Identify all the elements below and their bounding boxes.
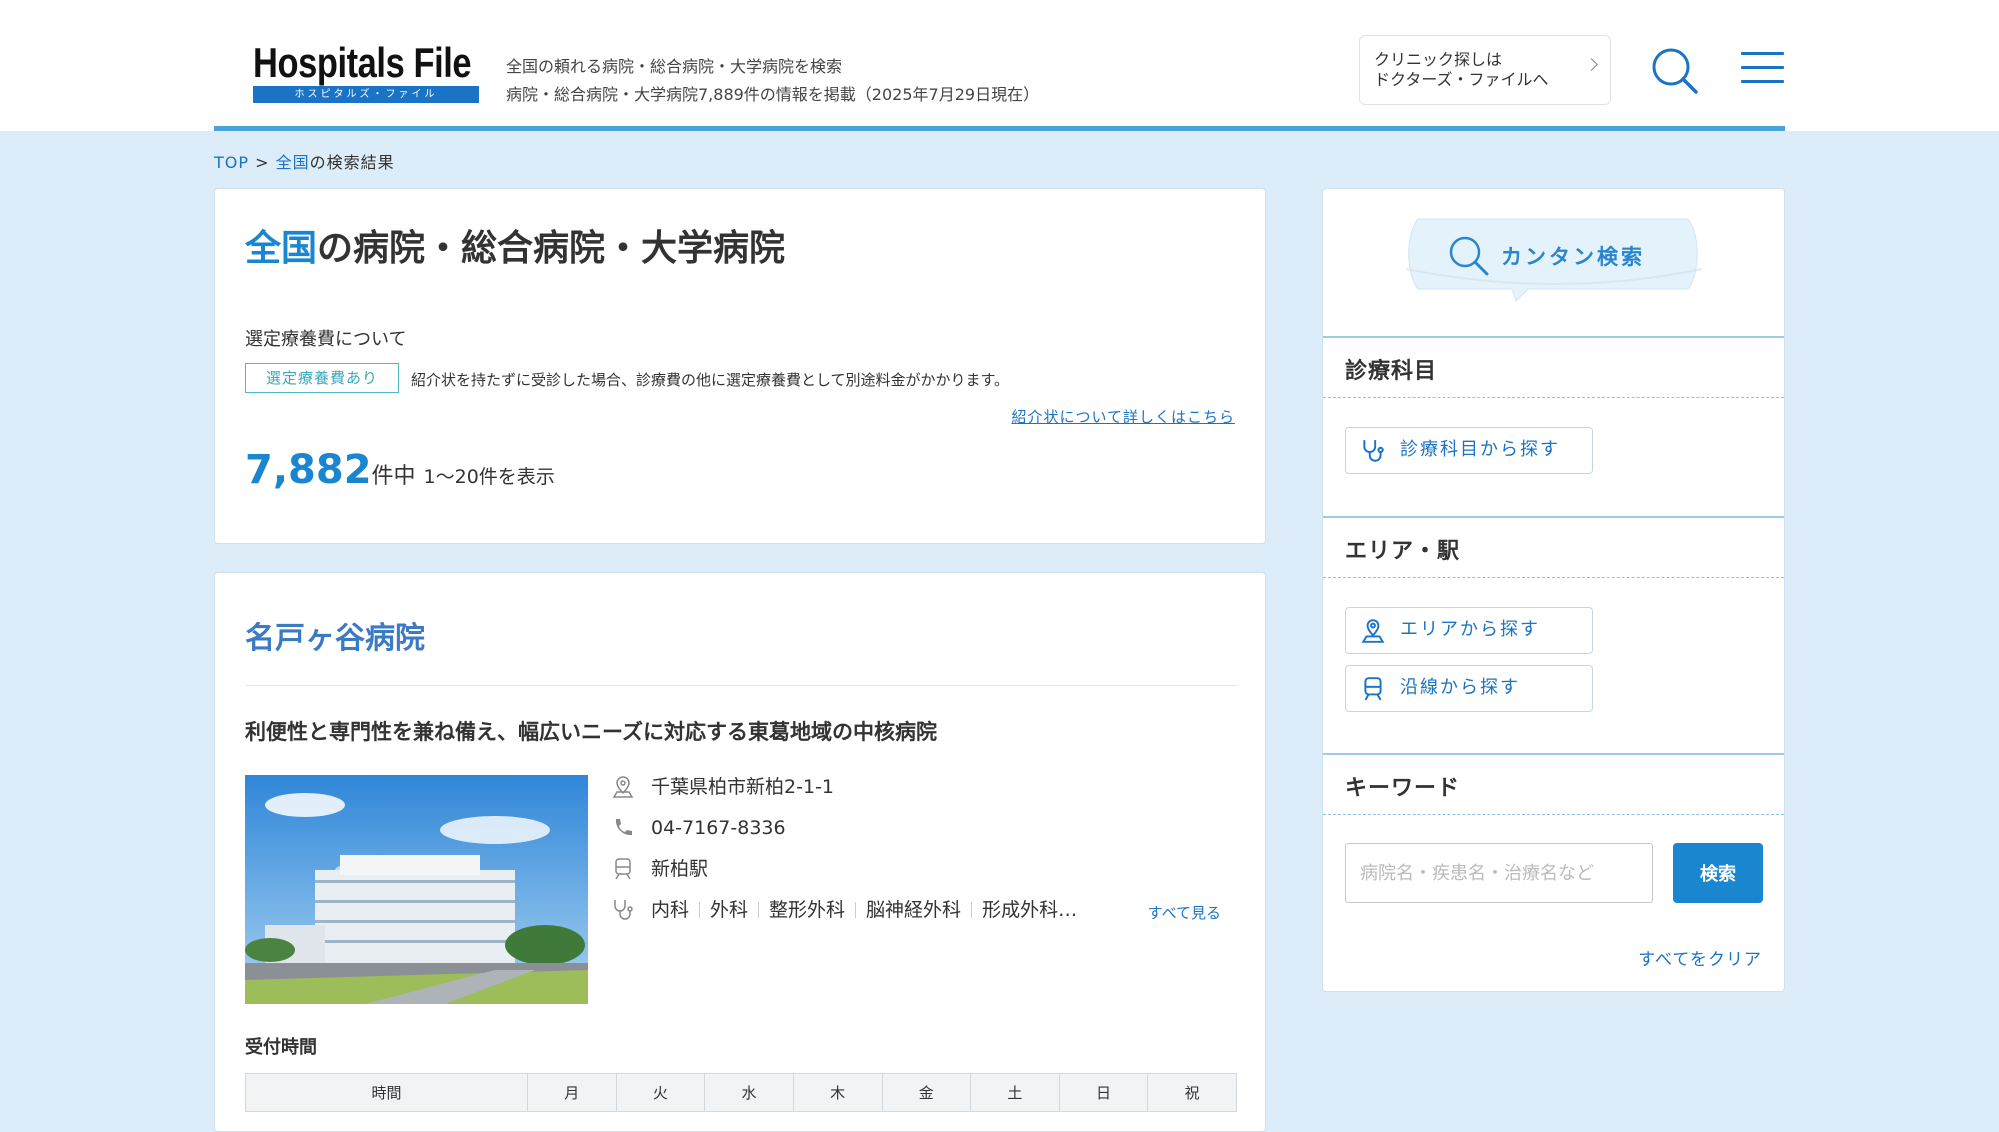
- clinic-link-line-2: ドクターズ・ファイルへ: [1374, 70, 1549, 89]
- keyword-input[interactable]: [1345, 843, 1653, 903]
- header-search-button[interactable]: [1650, 46, 1700, 96]
- department-item: 脳神経外科: [866, 899, 962, 921]
- stethoscope-icon: [614, 900, 633, 920]
- search-by-line-button[interactable]: 沿線から探す: [1345, 665, 1593, 712]
- result-range: 1〜20件を表示: [423, 466, 555, 488]
- menu-bar-icon: [1741, 66, 1784, 69]
- breadcrumb-current: の検索結果: [309, 153, 395, 172]
- page-title-area: 全国: [245, 228, 318, 269]
- hospital-catchphrase: 利便性と専門性を兼ね備え、幅広いニーズに対応する東葛地域の中核病院: [245, 720, 937, 744]
- separator: [971, 902, 973, 918]
- stethoscope-icon: [1363, 440, 1384, 462]
- search-summary-card: 全国の病院・総合病院・大学病院 選定療養費について 選定療養費あり 紹介状を持た…: [214, 188, 1266, 544]
- hours-header-day: 土: [970, 1073, 1060, 1112]
- dept-section-title: 診療科目: [1345, 359, 1438, 384]
- breadcrumb-area-link[interactable]: 全国: [276, 153, 310, 172]
- hours-header-day: 日: [1058, 1073, 1149, 1112]
- fee-badge: 選定療養費あり: [245, 363, 399, 393]
- section-divider: [1323, 336, 1784, 338]
- hospital-info: 千葉県柏市新柏2-1-1 04-7167-8336 新柏駅 内科外科整形外科: [611, 775, 1231, 939]
- department-item: 外科: [710, 899, 749, 921]
- breadcrumb-top-link[interactable]: TOP: [214, 153, 249, 172]
- logo-subtext: ホスピタルズ・ファイル: [253, 86, 479, 103]
- site-logo[interactable]: Hospitals File ホスピタルズ・ファイル: [253, 42, 479, 103]
- menu-bar-icon: [1741, 52, 1784, 55]
- hamburger-menu-button[interactable]: [1741, 52, 1784, 86]
- hours-header-day: 火: [615, 1073, 706, 1112]
- clinic-link-line-1: クリニック探しは: [1374, 50, 1503, 69]
- hours-label: 受付時間: [245, 1037, 317, 1058]
- separator: [758, 902, 760, 918]
- search-by-area-button[interactable]: エリアから探す: [1345, 607, 1593, 654]
- dashed-divider: [1323, 814, 1784, 815]
- hours-table: 時間 月 火 水 木 金 土 日 祝: [245, 1073, 1237, 1112]
- area-section-title: エリア・駅: [1345, 539, 1461, 564]
- hours-header-row: 時間 月 火 水 木 金 土 日 祝: [245, 1073, 1237, 1112]
- separator: [855, 902, 857, 918]
- phone-row: 04-7167-8336: [611, 816, 1231, 857]
- hospital-station: 新柏駅: [651, 858, 709, 880]
- search-icon: [1449, 236, 1489, 276]
- page-title-rest: の病院・総合病院・大学病院: [317, 228, 786, 269]
- search-icon: [1652, 48, 1698, 94]
- easy-search-title: カンタン検索: [1501, 245, 1645, 269]
- hospital-address: 千葉県柏市新柏2-1-1: [651, 776, 834, 798]
- see-all-departments-link[interactable]: すべて見る: [1148, 901, 1221, 925]
- hospital-result-card: 名戸ヶ谷病院 利便性と専門性を兼ね備え、幅広いニーズに対応する東葛地域の中核病院: [214, 572, 1266, 1132]
- department-item: 整形外科: [769, 899, 846, 921]
- search-sidebar: カンタン検索 診療科目 診療科目から探す エリア・駅 エリアから探す 沿線から探…: [1322, 188, 1785, 992]
- search-by-department-label: 診療科目から探す: [1400, 439, 1560, 460]
- map-pin-icon: [1361, 619, 1385, 643]
- search-by-area-label: エリアから探す: [1400, 619, 1540, 640]
- separator: [699, 902, 701, 918]
- department-item: 内科: [651, 899, 690, 921]
- address-row: 千葉県柏市新柏2-1-1: [611, 775, 1231, 816]
- dashed-divider: [1323, 397, 1784, 398]
- divider: [245, 685, 1237, 686]
- result-count-number: 7,882: [245, 447, 372, 493]
- hospital-photo[interactable]: [245, 775, 588, 1004]
- department-item: 形成外科…: [982, 899, 1078, 921]
- fee-description: 紹介状を持たずに受診した場合、診療費の他に選定療養費として別途料金がかかります。: [411, 371, 1010, 389]
- train-icon: [615, 858, 631, 880]
- hospital-name-link[interactable]: 名戸ヶ谷病院: [245, 613, 425, 657]
- hours-header-day: 木: [792, 1073, 883, 1112]
- keyword-section-title: キーワード: [1345, 776, 1461, 801]
- departments-row: 内科 外科 整形外科 脳神経外科 形成外科… すべて見る: [611, 898, 1231, 939]
- fee-heading: 選定療養費について: [245, 329, 407, 350]
- breadcrumb-separator: >: [249, 153, 276, 172]
- menu-bar-icon: [1741, 80, 1784, 83]
- breadcrumb: TOP > 全国の検索結果: [214, 149, 395, 173]
- result-count-unit: 件中: [371, 464, 416, 489]
- hours-header-day: 水: [704, 1073, 794, 1112]
- map-pin-icon: [612, 776, 634, 798]
- tagline-line-2: 病院・総合病院・大学病院7,889件の情報を掲載（2025年7月29日現在）: [506, 85, 1040, 104]
- doctors-file-link[interactable]: クリニック探しは ドクターズ・ファイルへ: [1359, 35, 1611, 105]
- clear-all-link[interactable]: すべてをクリア: [1638, 945, 1762, 970]
- phone-icon: [615, 819, 632, 836]
- search-by-department-button[interactable]: 診療科目から探す: [1345, 427, 1593, 474]
- logo-text: Hospitals File: [253, 39, 472, 86]
- site-header: Hospitals File ホスピタルズ・ファイル 全国の頼れる病院・総合病院…: [0, 0, 1999, 131]
- hospital-phone[interactable]: 04-7167-8336: [651, 817, 786, 839]
- hours-header-time: 時間: [245, 1073, 528, 1112]
- result-count: 7,882件中 1〜20件を表示: [245, 447, 555, 493]
- hours-header-day: 金: [881, 1073, 972, 1112]
- keyword-search-button[interactable]: 検索: [1673, 843, 1763, 903]
- hospital-building-image: [245, 775, 588, 1004]
- section-divider: [1323, 753, 1784, 755]
- tagline-line-1: 全国の頼れる病院・総合病院・大学病院を検索: [506, 57, 843, 76]
- page-title: 全国の病院・総合病院・大学病院: [245, 219, 785, 271]
- site-tagline: 全国の頼れる病院・総合病院・大学病院を検索 病院・総合病院・大学病院7,889件…: [506, 53, 1039, 109]
- section-divider: [1323, 516, 1784, 518]
- station-row: 新柏駅: [611, 857, 1231, 898]
- train-icon: [1364, 677, 1382, 701]
- dashed-divider: [1323, 577, 1784, 578]
- search-by-line-label: 沿線から探す: [1400, 677, 1520, 698]
- hours-header-day: 月: [527, 1073, 617, 1112]
- header-accent-line: [214, 126, 1785, 131]
- referral-info-link[interactable]: 紹介状について詳しくはこちら: [1011, 406, 1235, 427]
- hours-header-day: 祝: [1147, 1073, 1237, 1112]
